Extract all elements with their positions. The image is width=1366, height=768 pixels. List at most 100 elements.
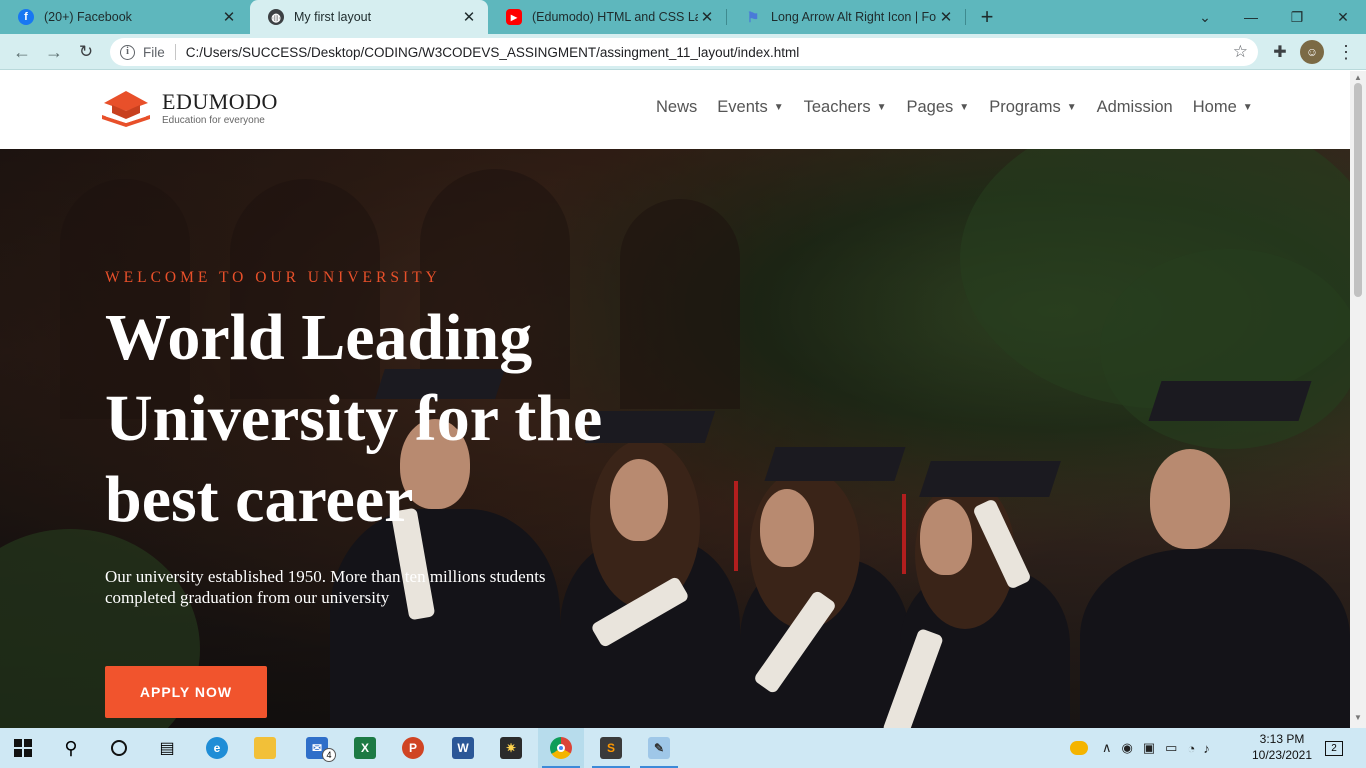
nav-label: Programs: [989, 98, 1061, 116]
nav-label: Home: [1192, 98, 1237, 116]
scroll-up-arrow-icon[interactable]: ▲: [1354, 73, 1362, 82]
weather-icon[interactable]: [1070, 741, 1088, 755]
page-scrollbar[interactable]: ▲ ▼: [1350, 71, 1366, 728]
back-arrow-icon[interactable]: ←: [10, 40, 34, 64]
tab-search-chevron-icon[interactable]: ⌄: [1182, 0, 1228, 34]
globe-icon: ◍: [268, 9, 284, 25]
paint-taskbar-icon[interactable]: ✎: [636, 728, 682, 768]
scroll-down-arrow-icon[interactable]: ▼: [1354, 713, 1362, 722]
chrome-taskbar-icon[interactable]: [538, 728, 584, 768]
tab-title: (20+) Facebook: [44, 10, 132, 24]
windows-taskbar: ⚲ ▤ e ✉ 4 X P W ✷ S ✎ ∧ ◉ ▣ ▭ ◔ ♪ 3:13 PM…: [0, 728, 1366, 768]
wifi-icon[interactable]: ◔: [1187, 741, 1195, 756]
extensions-puzzle-icon[interactable]: ✚: [1268, 40, 1292, 64]
close-window-button[interactable]: ✕: [1320, 0, 1366, 34]
forward-arrow-icon[interactable]: →: [42, 40, 66, 64]
reload-icon[interactable]: ↻: [74, 40, 98, 64]
hero-banner: WELCOME TO OUR UNIVERSITY World Leading …: [0, 149, 1350, 728]
nav-label: News: [656, 98, 698, 116]
chevron-down-icon: ▼: [876, 102, 887, 113]
nav-label: Admission: [1096, 98, 1173, 116]
tab-facebook[interactable]: f (20+) Facebook ✕: [0, 0, 248, 34]
mail-badge: 4: [322, 748, 336, 762]
close-icon[interactable]: ✕: [220, 8, 238, 26]
chevron-down-icon: ▼: [1242, 102, 1253, 113]
app-tray-icon[interactable]: ◉: [1122, 740, 1133, 756]
menu-dots-icon[interactable]: ⋮: [1334, 40, 1358, 64]
tab-title: (Edumodo) HTML and CSS Layou: [532, 10, 698, 24]
facebook-icon: f: [18, 9, 34, 25]
word-taskbar-icon[interactable]: W: [440, 728, 486, 768]
bookmark-star-icon[interactable]: ☆: [1233, 42, 1248, 62]
nav-label: Teachers: [803, 98, 871, 116]
nav-events[interactable]: Events ▼: [717, 98, 783, 117]
excel-taskbar-icon[interactable]: X: [342, 728, 388, 768]
notification-center-icon[interactable]: 2: [1322, 736, 1346, 760]
system-tray: ∧ ◉ ▣ ▭ ◔ ♪: [1070, 728, 1210, 768]
hero-lead-text: Our university established 1950. More th…: [105, 567, 546, 607]
new-tab-button[interactable]: +: [975, 4, 999, 30]
chevron-down-icon: ▼: [959, 102, 970, 113]
start-button[interactable]: [0, 728, 46, 768]
brand-name: EDUMODO: [162, 88, 278, 114]
profile-avatar[interactable]: ☺: [1300, 40, 1324, 64]
hero-content: WELCOME TO OUR UNIVERSITY World Leading …: [105, 269, 665, 608]
url-text[interactable]: C:/Users/SUCCESS/Desktop/CODING/W3CODEVS…: [186, 45, 799, 60]
headline-line: University for the: [105, 382, 603, 455]
snip-tool-taskbar-icon[interactable]: ✷: [488, 728, 534, 768]
nav-teachers[interactable]: Teachers ▼: [804, 98, 887, 117]
close-icon[interactable]: ✕: [937, 8, 955, 26]
search-icon[interactable]: ⚲: [48, 728, 94, 768]
nav-label: Events: [717, 98, 768, 116]
brand-tagline: Education for everyone: [162, 114, 265, 126]
sublime-text-taskbar-icon[interactable]: S: [588, 728, 634, 768]
battery-icon[interactable]: ▭: [1165, 740, 1177, 756]
nav-programs[interactable]: Programs ▼: [989, 98, 1076, 117]
site-logo[interactable]: EDUMODO Education for everyone: [100, 89, 278, 127]
taskbar-clock[interactable]: 3:13 PM 10/23/2021: [1246, 731, 1318, 763]
clock-date: 10/23/2021: [1251, 748, 1313, 762]
mail-taskbar-icon[interactable]: ✉ 4: [294, 728, 340, 768]
edge-taskbar-icon[interactable]: e: [194, 728, 240, 768]
cortana-icon[interactable]: [96, 728, 142, 768]
chevron-down-icon: ▼: [1066, 102, 1077, 113]
chevron-down-icon: ▼: [773, 102, 784, 113]
info-icon[interactable]: i: [120, 44, 135, 60]
page-viewport: EDUMODO Education for everyone News Even…: [0, 71, 1350, 728]
url-scheme: File: [143, 44, 165, 60]
tab-my-first-layout[interactable]: ◍ My first layout ✕: [250, 0, 488, 34]
tab-title: Long Arrow Alt Right Icon | Font: [771, 10, 937, 24]
youtube-icon: ▶: [506, 9, 522, 25]
main-navigation: News Events ▼ Teachers ▼ Pages ▼ Programs ▼ …: [656, 98, 1273, 117]
flag-icon: ⚑: [746, 8, 760, 25]
nav-pages[interactable]: Pages ▼: [906, 98, 969, 117]
maximize-button[interactable]: ❐: [1274, 0, 1320, 34]
nav-news[interactable]: News: [656, 98, 697, 117]
display-tray-icon[interactable]: ▣: [1143, 740, 1155, 756]
task-view-icon[interactable]: ▤: [144, 728, 190, 768]
tab-youtube[interactable]: ▶ (Edumodo) HTML and CSS Layou ✕: [488, 0, 726, 34]
file-explorer-taskbar-icon[interactable]: [242, 728, 288, 768]
apply-now-button[interactable]: APPLY NOW: [105, 666, 267, 718]
divider: [174, 44, 176, 60]
book-stack-logo-icon: [102, 91, 150, 127]
volume-icon[interactable]: ♪: [1203, 741, 1210, 756]
close-icon[interactable]: ✕: [698, 8, 716, 26]
nav-home[interactable]: Home ▼: [1193, 98, 1253, 117]
minimize-button[interactable]: —: [1228, 0, 1274, 34]
nav-admission[interactable]: Admission: [1097, 98, 1173, 117]
powerpoint-taskbar-icon[interactable]: P: [390, 728, 436, 768]
browser-tab-strip: f (20+) Facebook ✕ ◍ My first layout ✕ ▶…: [0, 0, 1366, 34]
close-icon[interactable]: ✕: [460, 8, 478, 26]
clock-time: 3:13 PM: [1259, 732, 1305, 746]
notification-count: 2: [1325, 740, 1343, 756]
tab-font-awesome[interactable]: ⚑ Long Arrow Alt Right Icon | Font ✕: [727, 0, 965, 34]
browser-toolbar: ← → ↻ i File C:/Users/SUCCESS/Desktop/CO…: [0, 34, 1366, 70]
chevron-up-icon[interactable]: ∧: [1102, 740, 1112, 756]
tab-separator: [965, 9, 966, 25]
scrollbar-thumb[interactable]: [1354, 83, 1362, 297]
headline-line: best career: [105, 463, 414, 536]
tab-title: My first layout: [294, 10, 372, 24]
nav-label: Pages: [906, 98, 954, 116]
address-bar[interactable]: i File C:/Users/SUCCESS/Desktop/CODING/W…: [110, 38, 1258, 66]
